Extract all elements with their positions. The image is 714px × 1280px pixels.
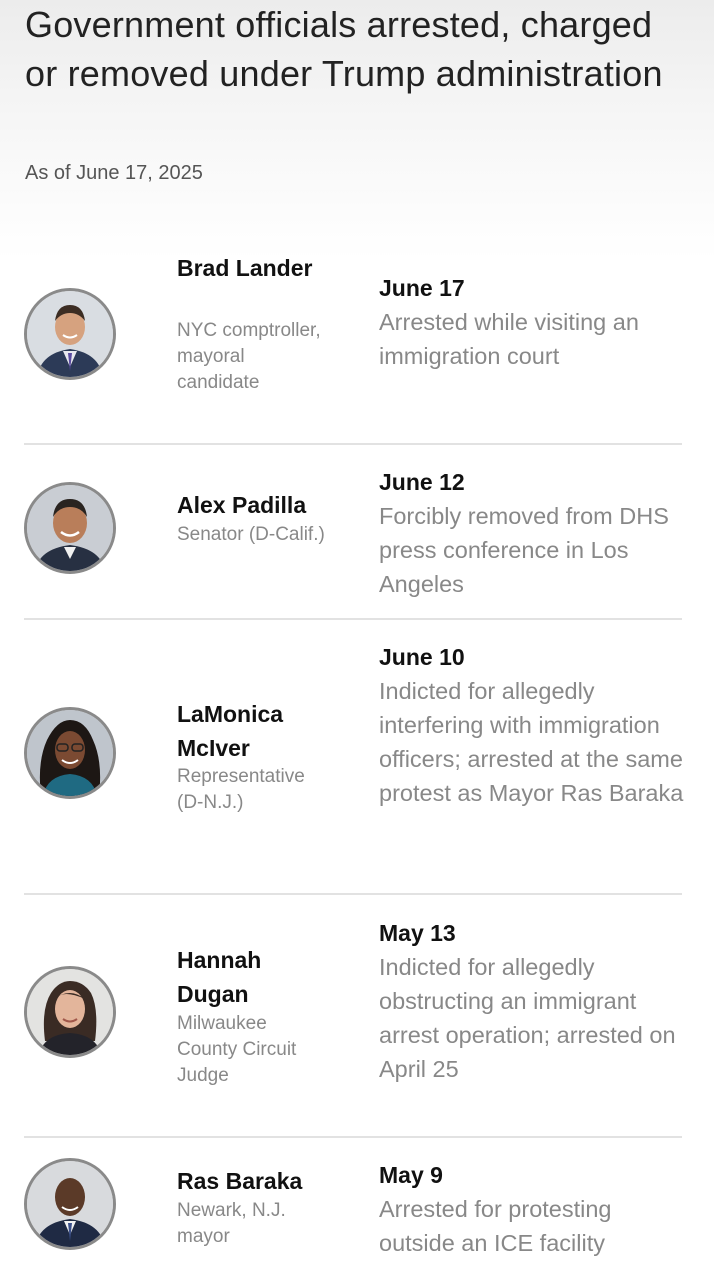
event-description: Arrested while visiting an immigration c… — [379, 309, 639, 369]
event-description: Indicted for allegedly obstructing an im… — [379, 954, 676, 1082]
portrait-icon — [27, 1161, 113, 1247]
avatar — [24, 707, 116, 799]
event-date: May 13 — [379, 920, 456, 946]
event-date: June 17 — [379, 275, 465, 301]
portrait-icon — [27, 291, 113, 377]
avatar — [24, 482, 116, 574]
divider — [24, 1136, 682, 1138]
official-role: Senator (D-Calif.) — [177, 524, 325, 545]
event-date: May 9 — [379, 1162, 443, 1188]
page-title: Government officials arrested, charged o… — [25, 4, 663, 94]
portrait-icon — [27, 969, 113, 1055]
official-name: Hannah Dugan — [177, 947, 262, 1007]
event-description: Forcibly removed from DHS press conferen… — [379, 503, 669, 597]
event-description: Indicted for allegedly interfering with … — [379, 678, 684, 806]
divider — [24, 618, 682, 620]
official-name: Brad Lander — [177, 255, 313, 281]
official-role: Newark, N.J. mayor — [177, 1200, 286, 1247]
event-description: Arrested for protesting outside an ICE f… — [379, 1196, 612, 1256]
event-date: June 12 — [379, 469, 465, 495]
divider — [24, 443, 682, 445]
event-date: June 10 — [379, 644, 465, 670]
avatar — [24, 288, 116, 380]
as-of-date: As of June 17, 2025 — [25, 162, 203, 184]
portrait-icon — [27, 485, 113, 571]
divider — [24, 893, 682, 895]
official-name: LaMonica McIver — [177, 701, 284, 761]
official-role: NYC comptroller, mayoral candidate — [177, 320, 321, 393]
avatar — [24, 1158, 116, 1250]
official-role: Milwaukee County Circuit Judge — [177, 1013, 297, 1086]
official-role: Representative (D-N.J.) — [177, 766, 305, 813]
portrait-icon — [27, 710, 113, 796]
official-name: Alex Padilla — [177, 492, 307, 518]
avatar — [24, 966, 116, 1058]
official-name: Ras Baraka — [177, 1168, 303, 1194]
